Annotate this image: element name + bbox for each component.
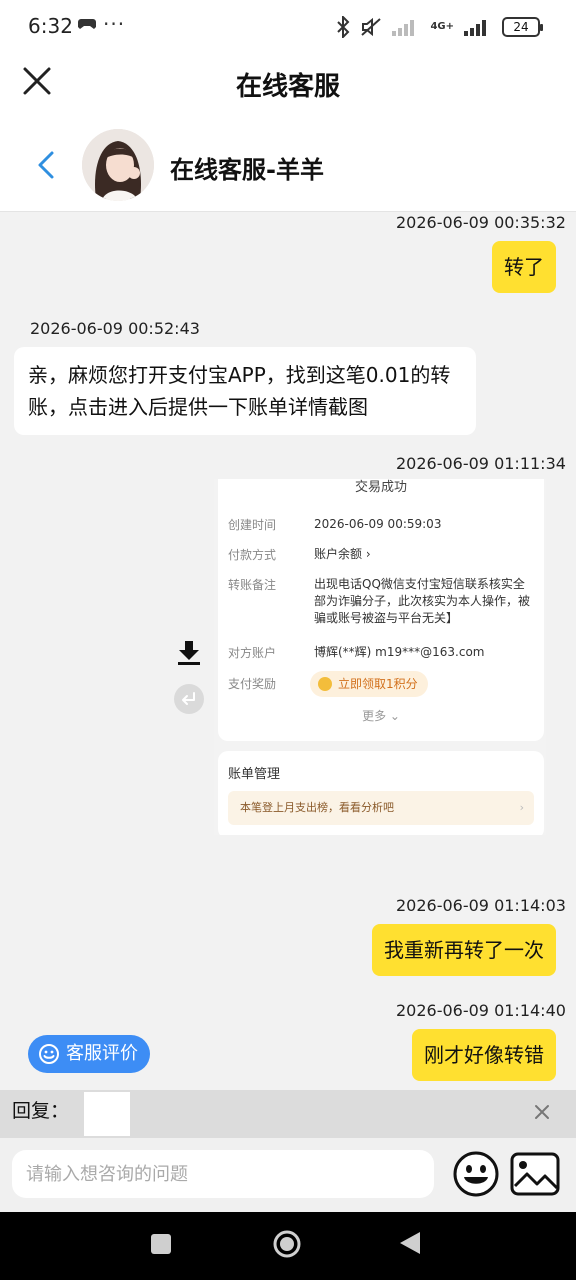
receipt-value: 账户余额 › (314, 547, 371, 561)
signal-weak-icon (392, 20, 415, 36)
signal-icon (464, 20, 486, 36)
input-bar (0, 1138, 576, 1212)
receipt-value: 博辉(**辉) m19***@163.com (314, 645, 485, 659)
network-type: 4G+ (430, 21, 454, 32)
message-timestamp: 2026-06-09 01:11:34 (396, 454, 566, 473)
back-icon[interactable] (36, 150, 56, 180)
agent-name: 在线客服-羊羊 (170, 156, 324, 184)
bill-management-card: 账单管理 本笔登上月支出榜，看看分析吧 › (218, 751, 544, 835)
bill-analysis-text: 本笔登上月支出榜，看看分析吧 (240, 801, 394, 814)
message-timestamp: 2026-06-09 01:14:40 (396, 1001, 566, 1020)
chat-area[interactable]: 2026-06-09 00:35:32 转了 2026-06-09 00:52:… (0, 213, 576, 1090)
user-message-bubble[interactable]: 转了 (492, 241, 556, 293)
battery-indicator: 24 (502, 17, 543, 37)
reward-badge: 立即领取1积分 (310, 671, 428, 697)
receipt-label: 对方账户 (228, 646, 277, 660)
game-icon (78, 19, 96, 29)
system-nav-bar (0, 1212, 576, 1280)
chevron-right-icon: › (519, 801, 524, 814)
bill-management-title: 账单管理 (228, 767, 281, 782)
page-title: 在线客服 (235, 72, 340, 102)
emoji-icon[interactable] (452, 1150, 500, 1198)
receipt-label: 创建时间 (228, 518, 277, 532)
message-timestamp: 2026-06-09 00:52:43 (30, 319, 200, 338)
reply-bar: 回复： (0, 1090, 576, 1138)
receipt-title: 交易成功 (354, 480, 407, 495)
rate-service-button[interactable]: 客服评价 (28, 1035, 150, 1073)
screenshot-message-image[interactable]: 交易成功 创建时间 2026-06-09 00:59:03 付款方式 账户余额 … (214, 479, 546, 835)
message-input[interactable] (12, 1150, 434, 1198)
smile-icon (39, 1044, 59, 1064)
status-indicators: 4G+ 24 (336, 15, 543, 39)
nav-back-icon[interactable] (398, 1230, 422, 1256)
bill-analysis-row: 本笔登上月支出榜，看看分析吧 › (228, 791, 534, 825)
receipt-more: 更多 ⌄ (362, 709, 400, 723)
user-message-bubble[interactable]: 我重新再转了一次 (372, 924, 556, 976)
rate-service-label: 客服评价 (66, 1043, 138, 1064)
receipt-value: 出现电话QQ微信支付宝短信联系核实全部为诈骗分子，此次核实为本人操作，被骗或账号… (314, 577, 531, 625)
receipt-label: 支付奖励 (228, 677, 277, 691)
reply-label: 回复： (12, 1100, 70, 1122)
status-bar: 6:32 ··· 4G+ 24 (0, 0, 576, 56)
receipt-label: 付款方式 (228, 548, 277, 562)
status-time: 6:32 (28, 14, 73, 38)
message-timestamp: 2026-06-09 01:14:03 (396, 896, 566, 915)
title-bar: 在线客服 (0, 56, 576, 112)
receipt-label: 转账备注 (228, 578, 277, 592)
agent-message-line: 亲，麻烦您打开支付宝APP，找到这笔0.01的转 (28, 363, 451, 387)
image-icon[interactable] (510, 1152, 560, 1196)
agent-message-bubble[interactable]: 亲，麻烦您打开支付宝APP，找到这笔0.01的转 账，点击进入后提供一下账单详情… (14, 347, 476, 435)
mute-icon (361, 17, 382, 37)
status-more-dots: ··· (103, 12, 126, 36)
receipt-card: 交易成功 创建时间 2026-06-09 00:59:03 付款方式 账户余额 … (218, 479, 544, 741)
reply-thumbnail (84, 1092, 130, 1136)
receipt-value: 2026-06-09 00:59:03 (314, 517, 442, 531)
bluetooth-icon (337, 16, 350, 38)
agent-bar: 在线客服-羊羊 (0, 112, 576, 212)
agent-message-line: 账，点击进入后提供一下账单详情截图 (28, 395, 368, 419)
recents-icon[interactable] (151, 1234, 171, 1254)
user-message-bubble[interactable]: 刚才好像转错 (412, 1029, 556, 1081)
agent-avatar[interactable] (82, 129, 154, 201)
download-icon[interactable] (176, 640, 202, 666)
reply-close-icon[interactable] (532, 1102, 552, 1122)
home-icon[interactable] (272, 1229, 302, 1259)
forward-icon[interactable] (174, 684, 204, 714)
message-timestamp: 2026-06-09 00:35:32 (396, 213, 566, 232)
